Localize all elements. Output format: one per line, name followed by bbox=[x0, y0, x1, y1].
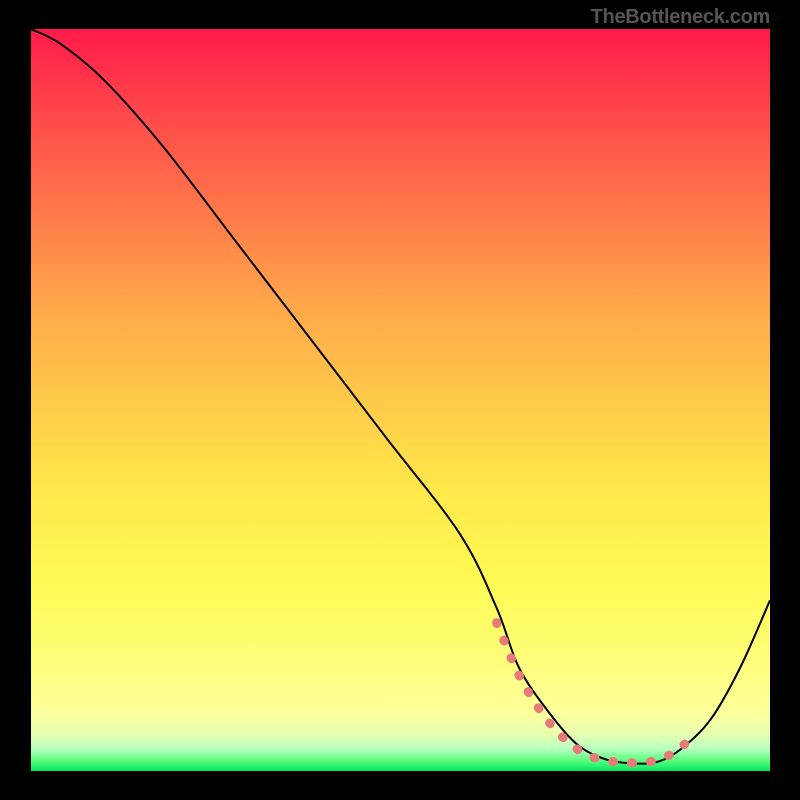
chart-container: TheBottleneck.com bbox=[0, 0, 800, 800]
marker-layer bbox=[497, 623, 697, 763]
highlighted-range bbox=[497, 623, 697, 763]
chart-svg bbox=[31, 29, 770, 771]
attribution-text: TheBottleneck.com bbox=[591, 6, 770, 29]
bottleneck-curve bbox=[31, 29, 770, 764]
curve-layer bbox=[31, 29, 770, 764]
